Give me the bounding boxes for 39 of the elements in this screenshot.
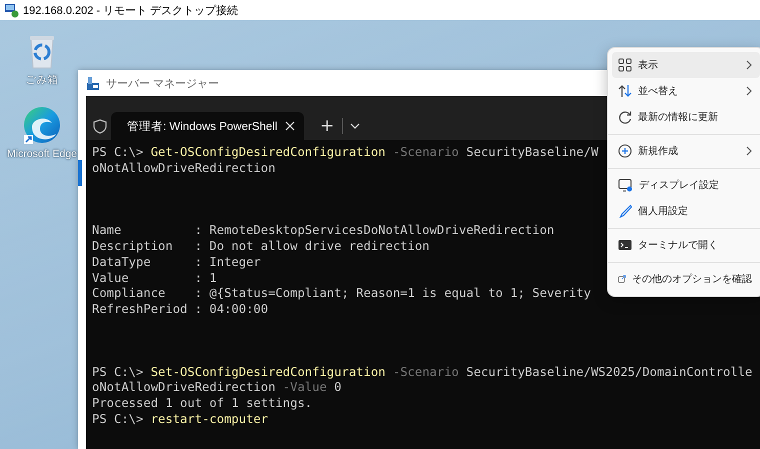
grid-icon: [618, 58, 632, 72]
plus-icon: [618, 144, 632, 158]
menu-item[interactable]: 個人用設定: [612, 198, 760, 224]
terminal-icon: [618, 238, 632, 252]
menu-item[interactable]: 表示: [612, 52, 760, 78]
server-manager-icon: [86, 76, 100, 90]
monitor-icon: [618, 178, 633, 192]
menu-item[interactable]: ターミナルで開く: [612, 232, 760, 258]
brush-icon: [618, 204, 632, 218]
terminal-line: RefreshPeriod : 04:00:00: [92, 302, 268, 318]
sort-icon: [618, 84, 632, 98]
chevron-down-icon: [350, 123, 360, 129]
terminal-line: DataType : Integer: [92, 254, 261, 271]
terminal-line: Description : Do not allow drive redirection: [92, 239, 430, 255]
menu-item[interactable]: その他のオプションを確認: [612, 266, 760, 292]
terminal-line: Compliance : @{Status=Compliant; Reason=1 is equal to 1; Severity: [92, 286, 591, 302]
terminal-line: PS C:\> Set-OSConfigDesiredConfiguration -Scenario SecurityBaseline/WS2025/DomainControlle: [92, 364, 752, 380]
terminal-line: PS C:\> Get-OSConfigDesiredConfiguration -Scenario SecurityBaseline/W: [92, 145, 598, 161]
new-tab-button[interactable]: +: [312, 112, 342, 140]
terminal-line: oNotAllowDriveRedirection -Value 0: [92, 380, 342, 396]
menu-item[interactable]: 並べ替え: [612, 78, 760, 104]
refresh-icon: [618, 110, 632, 124]
window-title: 192.168.0.202 - リモート デスクトップ接続: [23, 4, 238, 18]
terminal-line: oNotAllowDriveRedirection: [92, 160, 276, 176]
remote-desktop-icon: [4, 2, 19, 18]
browser-icon: [22, 105, 62, 145]
shield-icon: [93, 118, 107, 134]
window-title: サーバー マネージャー: [106, 76, 220, 90]
terminal-line: Name : RemoteDesktopServicesDoNotAllowDriveRedirection: [92, 223, 554, 240]
open-external-icon: [618, 272, 626, 286]
close-icon: [285, 120, 296, 130]
menu-item[interactable]: 新規作成: [612, 138, 760, 164]
terminal-line: Value : 1: [92, 270, 217, 286]
menu-item[interactable]: 最新の情報に更新: [612, 104, 760, 130]
terminal-line: Processed 1 out of 1 settings.: [92, 396, 312, 412]
terminal-line: PS C:\> restart-computer: [92, 412, 268, 428]
selection-marker: [78, 160, 82, 186]
menu-item[interactable]: ディスプレイ設定: [612, 172, 760, 198]
terminal-tab[interactable]: 管理者: Windows PowerShell: [111, 112, 304, 140]
